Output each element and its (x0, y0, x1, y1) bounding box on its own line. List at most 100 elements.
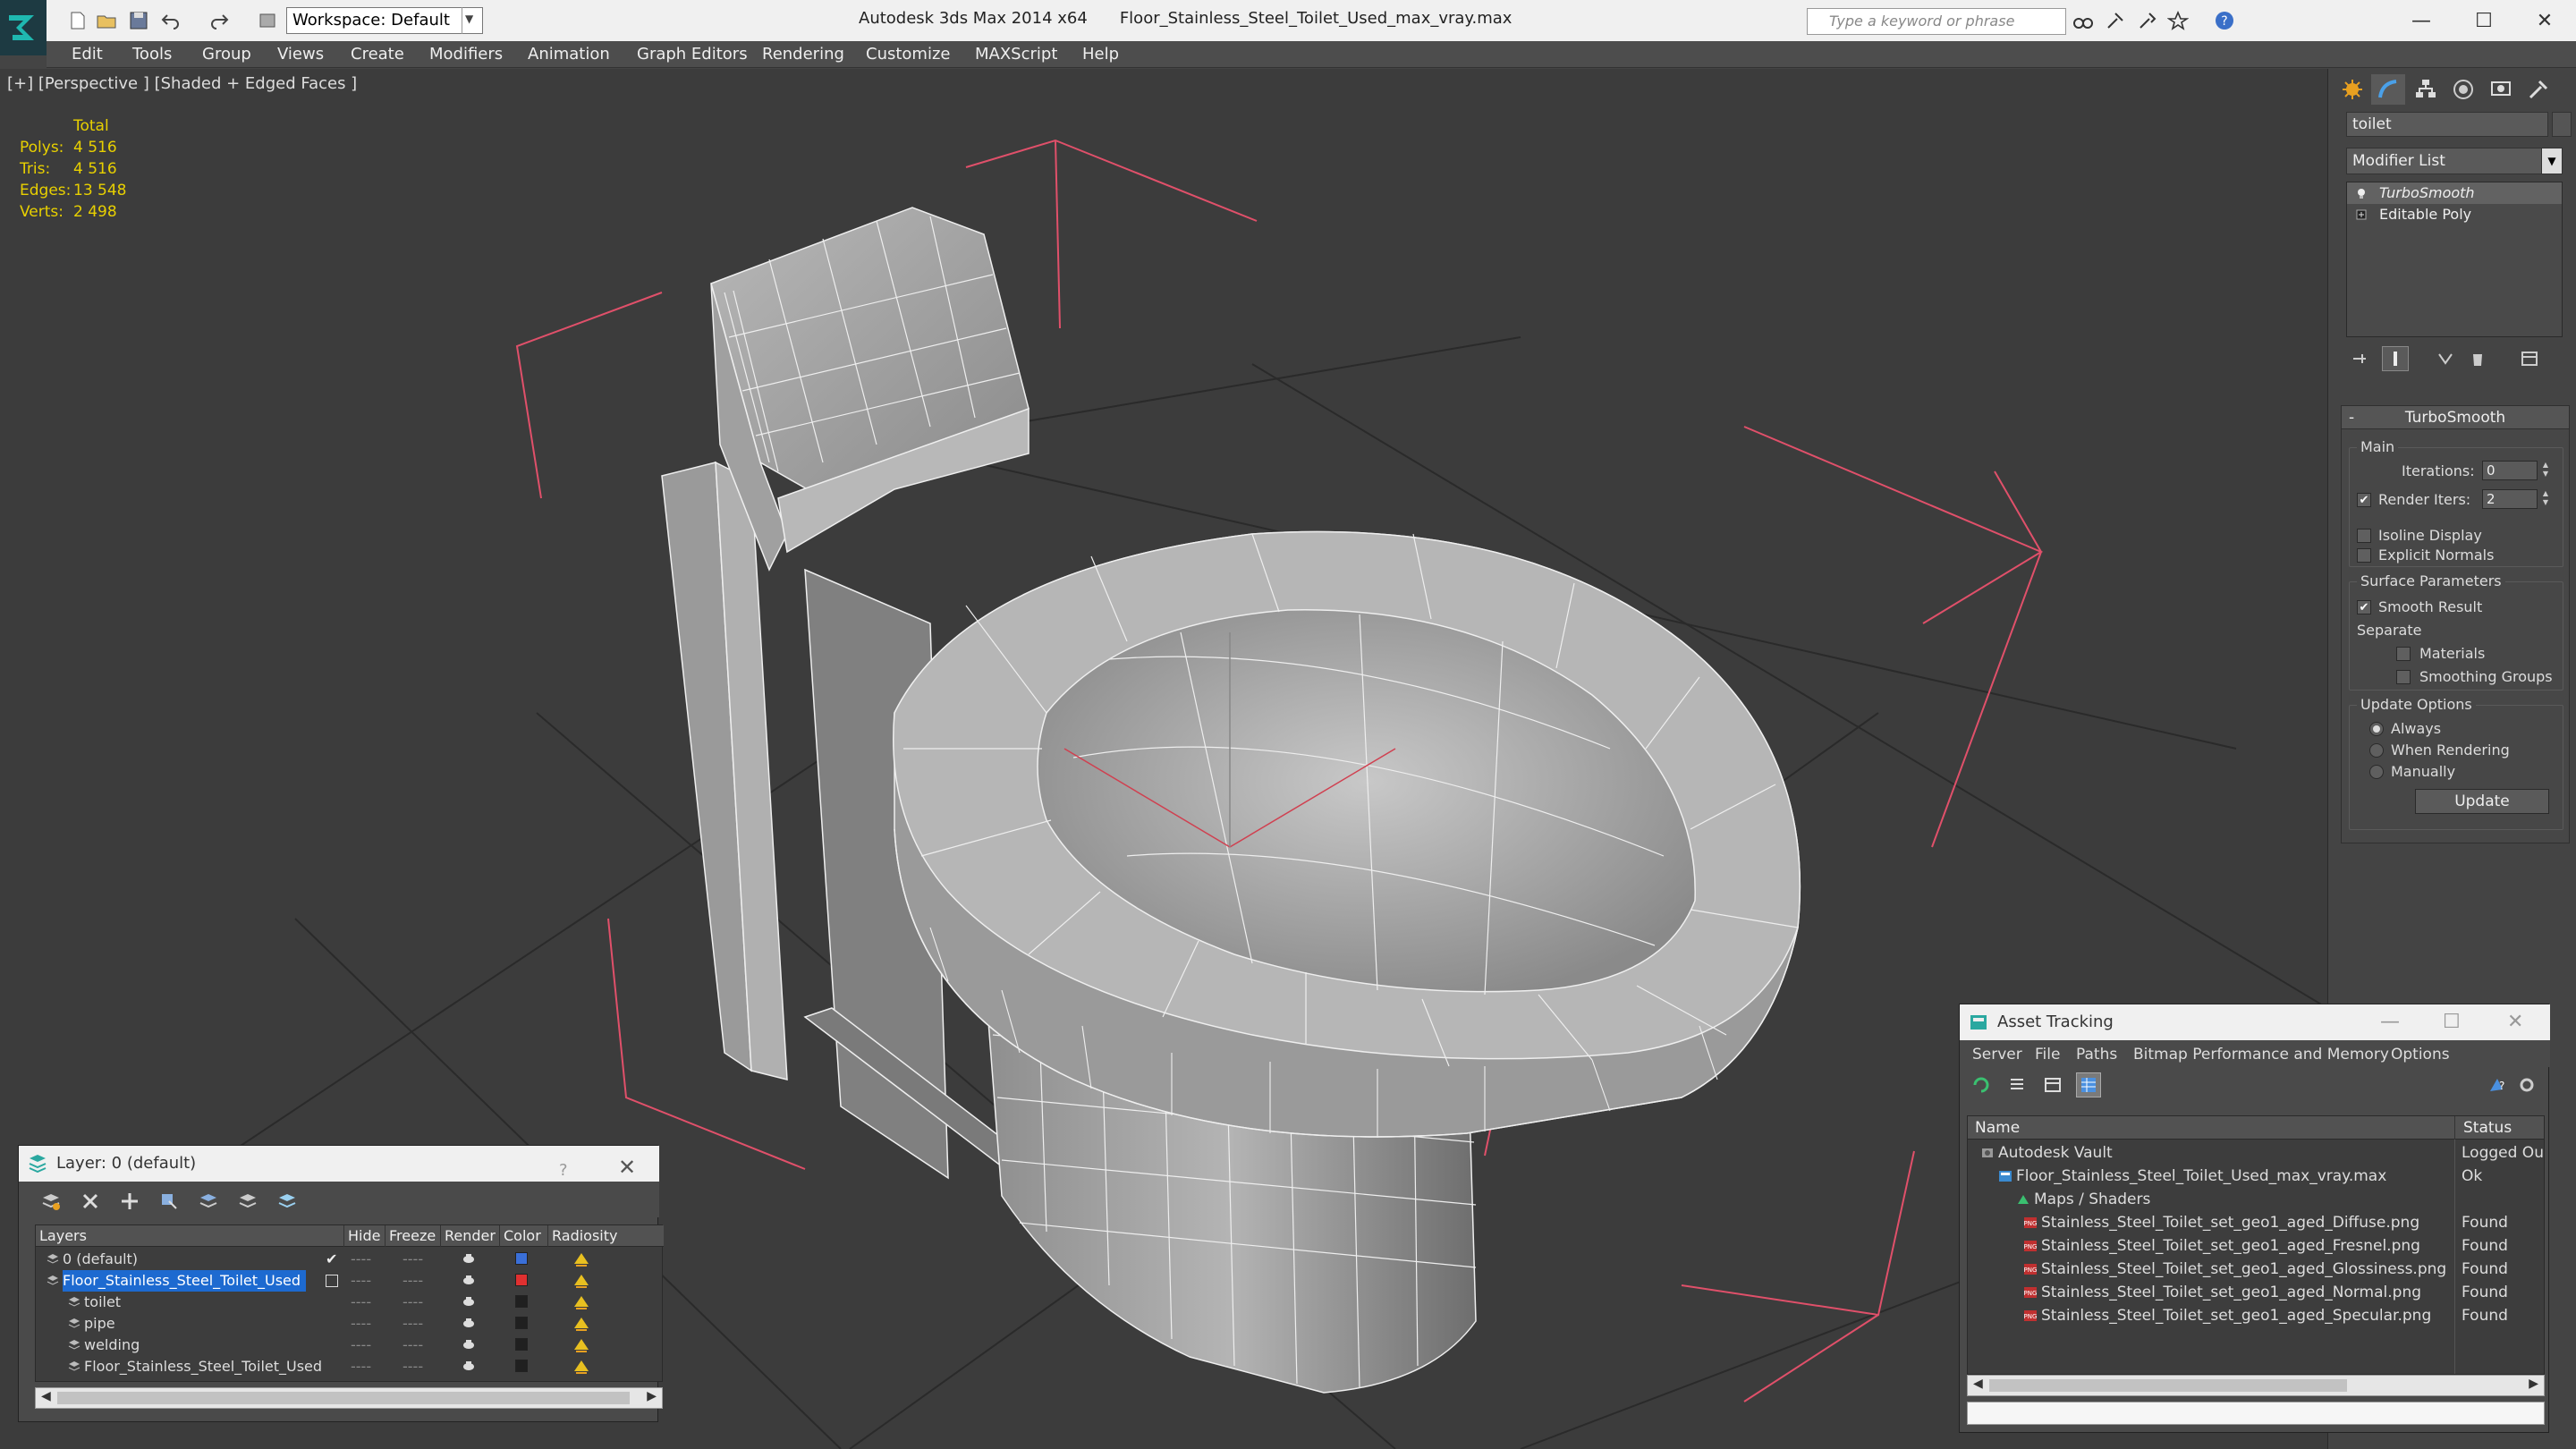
menu-modifiers[interactable]: Modifiers (429, 45, 503, 64)
layer-window-titlebar[interactable]: Layer: 0 (default) ? ✕ (19, 1146, 659, 1182)
minimize-button[interactable]: — (2380, 1004, 2400, 1040)
radiosity-icon[interactable] (572, 1273, 590, 1289)
asset-row[interactable]: PNG Stainless_Steel_Toilet_set_geo1_aged_… (1968, 1258, 2544, 1281)
hide-toggle[interactable]: ---- (351, 1335, 371, 1356)
settings-icon[interactable] (2514, 1072, 2539, 1097)
layer-name[interactable]: Floor_Stainless_Steel_Toilet_Used (63, 1270, 307, 1292)
app-logo-icon[interactable] (0, 0, 47, 55)
layer-name[interactable]: toilet (84, 1292, 126, 1313)
freeze-toggle[interactable]: ---- (402, 1292, 423, 1313)
new-file-icon[interactable] (64, 7, 91, 34)
add-to-layer-icon[interactable] (117, 1189, 142, 1214)
expand-icon[interactable] (2356, 209, 2367, 220)
column-layers[interactable]: Layers (36, 1225, 87, 1247)
object-name-input[interactable]: toilet (2346, 112, 2548, 137)
viewport-label[interactable]: [+] [Perspective ] [Shaded + Edged Faces… (7, 74, 357, 93)
thumbnail-view-icon[interactable] (2040, 1072, 2065, 1097)
layer-row[interactable]: 0 (default) ✔ ---- ---- (36, 1249, 664, 1270)
asset-name[interactable]: Floor_Stainless_Steel_Toilet_Used_max_vr… (2016, 1165, 2386, 1188)
undo-icon[interactable] (157, 7, 184, 34)
layer-horizontal-scrollbar[interactable]: ◀ ▶ (35, 1387, 663, 1409)
layer-row[interactable]: pipe ---- ---- (36, 1313, 664, 1335)
layer-row[interactable]: Floor_Stainless_Steel_Toilet_Used ---- ---… (36, 1356, 664, 1377)
asset-name[interactable]: Stainless_Steel_Toilet_set_geo1_aged_Spe… (2041, 1304, 2431, 1327)
render-teapot-icon[interactable] (462, 1252, 476, 1265)
update-button[interactable]: Update (2415, 789, 2549, 814)
collapse-icon[interactable]: - (2349, 406, 2354, 429)
active-layer-checkmark[interactable]: ✔ (326, 1249, 337, 1270)
radiosity-icon[interactable] (572, 1359, 590, 1375)
layer-name[interactable]: Floor_Stainless_Steel_Toilet_Used (84, 1356, 327, 1377)
manually-radio[interactable] (2369, 765, 2384, 779)
menu-paths[interactable]: Paths (2076, 1046, 2117, 1063)
explicit-normals-checkbox[interactable] (2357, 548, 2371, 563)
render-iters-spinner[interactable]: 2 (2482, 489, 2538, 509)
set-current-layer-box[interactable] (326, 1275, 338, 1287)
asset-name[interactable]: Stainless_Steel_Toilet_set_geo1_aged_Glo… (2041, 1258, 2446, 1281)
remove-modifier-icon[interactable] (2464, 346, 2491, 371)
open-file-icon[interactable] (93, 7, 120, 34)
menu-views[interactable]: Views (277, 45, 324, 64)
menu-options[interactable]: Options (2391, 1046, 2450, 1063)
asset-name[interactable]: Stainless_Steel_Toilet_set_geo1_aged_Fre… (2041, 1234, 2420, 1258)
communication-icon[interactable] (2134, 7, 2161, 34)
hide-toggle[interactable]: ---- (351, 1292, 371, 1313)
column-divider[interactable] (2454, 1116, 2455, 1140)
menu-animation[interactable]: Animation (528, 45, 610, 64)
object-color-swatch[interactable] (2552, 112, 2572, 137)
asset-horizontal-scrollbar[interactable]: ◀ ▶ (1967, 1375, 2545, 1396)
menu-graph-editors[interactable]: Graph Editors (637, 45, 748, 64)
minimize-button[interactable]: — (2390, 0, 2453, 41)
iterations-spinner[interactable]: 0 (2482, 461, 2538, 480)
render-teapot-icon[interactable] (462, 1360, 476, 1372)
lightbulb-icon[interactable] (2356, 188, 2367, 199)
menu-file[interactable]: File (2035, 1046, 2060, 1063)
freeze-toggle[interactable]: ---- (402, 1356, 423, 1377)
layer-row[interactable]: Floor_Stainless_Steel_Toilet_Used ---- ---… (36, 1270, 664, 1292)
layer-color-swatch[interactable] (515, 1295, 528, 1308)
search-input[interactable]: Type a keyword or phrase (1807, 8, 2066, 35)
workspace-dropdown[interactable]: Workspace: Default (286, 7, 483, 34)
hide-toggle[interactable]: ---- (351, 1356, 371, 1377)
render-teapot-icon[interactable] (462, 1274, 476, 1286)
layer-row[interactable]: toilet ---- ---- (36, 1292, 664, 1313)
highlight-layer-icon[interactable] (196, 1189, 221, 1214)
column-freeze[interactable]: Freeze (385, 1225, 440, 1247)
asset-name[interactable]: Maps / Shaders (2034, 1188, 2150, 1211)
smoothing-groups-checkbox[interactable] (2396, 670, 2411, 684)
pin-stack-icon[interactable] (2346, 346, 2373, 371)
column-hide[interactable]: Hide (343, 1225, 385, 1247)
render-teapot-icon[interactable] (462, 1317, 476, 1329)
scroll-right-icon[interactable]: ▶ (2529, 1377, 2538, 1391)
menu-group[interactable]: Group (202, 45, 251, 64)
make-unique-icon[interactable] (2432, 346, 2459, 371)
create-tab-icon[interactable] (2335, 74, 2369, 105)
hide-toggle[interactable]: ---- (351, 1313, 371, 1335)
modifier-list-dropdown[interactable]: Modifier List (2346, 148, 2563, 174)
menu-tools[interactable]: Tools (132, 45, 172, 64)
hide-all-layers-icon[interactable] (235, 1189, 260, 1214)
help-icon[interactable]: ? (2211, 7, 2238, 34)
maximize-button[interactable]: ☐ (2453, 0, 2515, 41)
redo-icon[interactable] (206, 7, 233, 34)
chevron-down-icon[interactable]: ▼ (2541, 148, 2563, 174)
menu-create[interactable]: Create (351, 45, 404, 64)
refresh-icon[interactable] (1969, 1072, 1994, 1097)
render-teapot-icon[interactable] (462, 1338, 476, 1351)
close-button[interactable]: ✕ (2513, 0, 2576, 41)
freeze-toggle[interactable]: ---- (402, 1335, 423, 1356)
render-iters-checkbox[interactable]: ✔ (2357, 493, 2371, 507)
spinner-arrows-icon[interactable]: ▲ ▼ (2539, 489, 2552, 509)
column-render[interactable]: Render (440, 1225, 499, 1247)
hide-toggle[interactable]: ---- (351, 1270, 371, 1292)
close-button[interactable]: ✕ (2507, 1004, 2523, 1040)
radiosity-icon[interactable] (572, 1316, 590, 1332)
spinner-arrows-icon[interactable]: ▲ ▼ (2539, 461, 2552, 480)
asset-row[interactable]: Maps / Shaders (1968, 1188, 2544, 1211)
layer-name[interactable]: 0 (default) (63, 1249, 143, 1270)
asset-row[interactable]: Autodesk Vault Logged Ou (1968, 1141, 2544, 1165)
asset-row[interactable]: PNG Stainless_Steel_Toilet_set_geo1_aged_… (1968, 1234, 2544, 1258)
utilities-tab-icon[interactable] (2521, 74, 2555, 105)
menu-customize[interactable]: Customize (866, 45, 950, 64)
layer-color-swatch[interactable] (515, 1360, 528, 1372)
